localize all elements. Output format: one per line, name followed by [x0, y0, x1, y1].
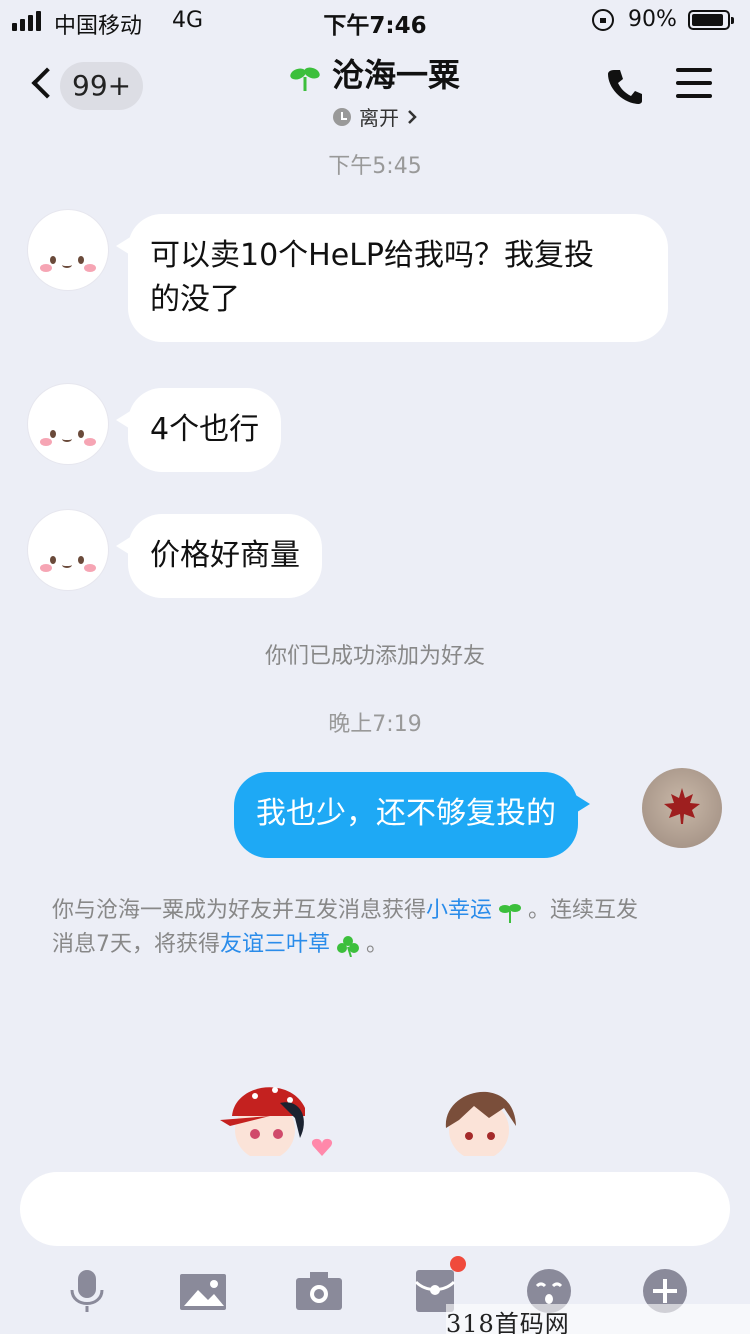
message-input[interactable] — [20, 1172, 730, 1246]
status-bar: 中国移动 4G 下午7:46 90% — [0, 0, 750, 40]
contact-avatar[interactable] — [28, 510, 108, 590]
message-text: 我也少，还不够复投的 — [256, 796, 556, 831]
notification-dot — [450, 1256, 466, 1272]
my-avatar[interactable] — [642, 768, 722, 848]
image-icon[interactable] — [178, 1266, 228, 1316]
contact-avatar[interactable] — [28, 384, 108, 464]
phone-icon[interactable] — [604, 66, 644, 106]
incoming-message-bubble[interactable]: 4个也行 — [115, 388, 282, 472]
rotation-lock-icon — [592, 9, 614, 31]
outgoing-message-bubble[interactable]: 我也少，还不够复投的 — [234, 772, 590, 858]
contact-status-text: 离开 — [359, 106, 399, 130]
battery-percent: 90% — [628, 7, 677, 32]
incoming-message-bubble[interactable]: 可以卖10个HeLP给我吗？我复投 的没了 — [116, 214, 668, 342]
chevron-right-icon — [408, 109, 417, 124]
message-text: 价格好商量 — [150, 538, 300, 573]
clover-icon — [337, 934, 360, 958]
clover-link[interactable]: 友谊三叶草 — [220, 932, 330, 957]
sprout-icon — [499, 900, 522, 923]
sprout-icon — [290, 61, 320, 91]
contact-name: 沧海一粟 — [331, 56, 460, 94]
message-text: 可以卖10个HeLP给我吗？我复投 — [150, 238, 594, 273]
contact-avatar[interactable] — [28, 210, 108, 290]
chat-header: 99+ 沧海一粟 离开 — [0, 40, 750, 131]
contact-status: 离开 — [333, 102, 417, 131]
menu-icon[interactable] — [676, 68, 712, 100]
message-text: 4个也行 — [150, 412, 260, 447]
system-note: 你们已成功添加为好友 — [264, 644, 485, 669]
friendship-note: 你与沧海一粟成为好友并互发消息获得小幸运 。连续互发 消息7天，将获得友谊三叶草… — [52, 898, 639, 958]
boy-brown-hair-sticker — [434, 1068, 544, 1160]
timestamp: 下午5:45 — [328, 154, 422, 179]
lucky-link[interactable]: 小幸运 — [426, 898, 492, 923]
battery-icon — [688, 10, 734, 30]
microphone-icon[interactable] — [62, 1266, 112, 1316]
watermark: 318首码网 www.E318.com — [446, 1304, 750, 1334]
camera-icon[interactable] — [294, 1266, 344, 1316]
timestamp: 晚上7:19 — [328, 712, 422, 737]
maple-leaf-icon — [664, 788, 700, 824]
clock-icon — [333, 107, 351, 126]
boy-cap-sticker — [210, 1068, 333, 1160]
incoming-message-bubble[interactable]: 价格好商量 — [116, 514, 322, 598]
message-text: 的没了 — [150, 282, 240, 317]
chat-title: 沧海一粟 — [290, 50, 460, 96]
